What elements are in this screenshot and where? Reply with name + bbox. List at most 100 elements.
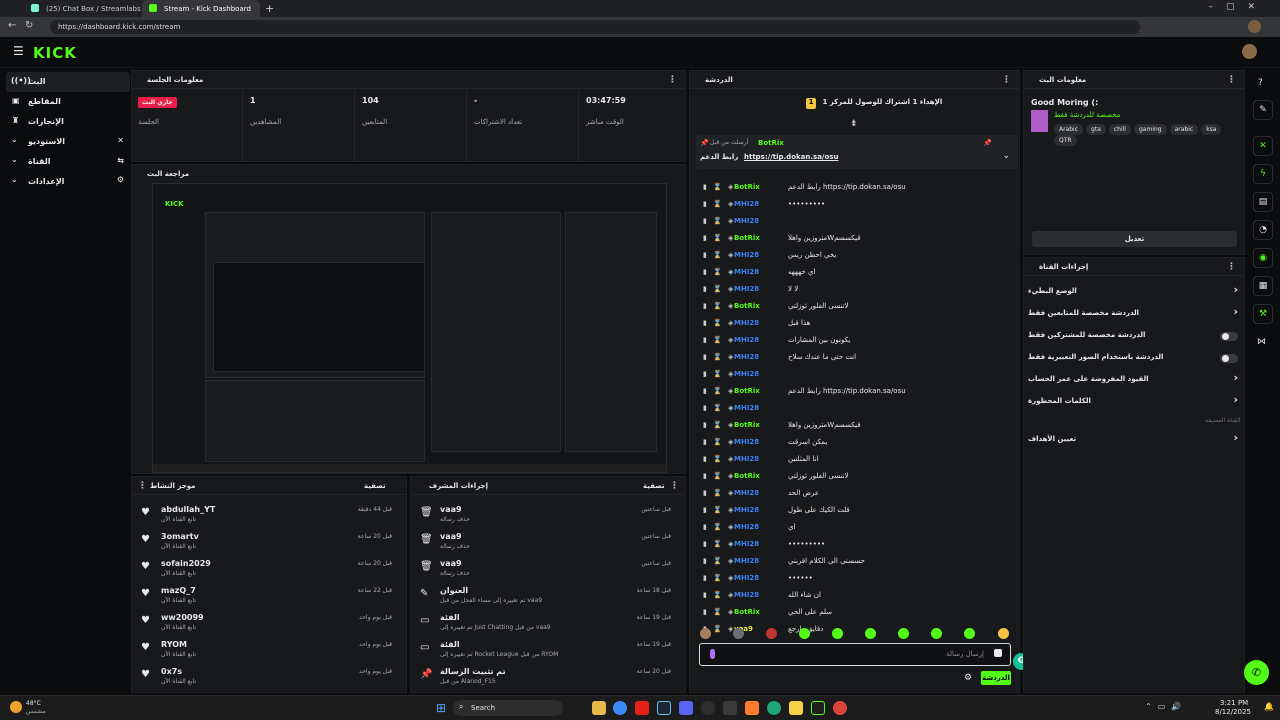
emote-icon[interactable] <box>898 628 909 639</box>
chat-message[interactable]: ▮ ⌛ ◈ BotRix رابط الدعم https://tip.dokan.… <box>700 384 1012 401</box>
raid-icon[interactable]: ✕ <box>1253 136 1273 156</box>
chat-message[interactable]: ▮ ⌛ ◈ MHI28 عرض الحد <box>700 486 1012 503</box>
chat-message[interactable]: ▮ ⌛ ◈ MHI28 ••••••••• <box>700 197 1012 214</box>
chrome-icon[interactable] <box>613 701 627 715</box>
stream-preview-video[interactable]: KICK <box>152 183 667 473</box>
chat-message[interactable]: ▮ ⌛ ◈ MHI28 يكونون بين المشارات <box>700 333 1012 350</box>
layout-icon[interactable]: ▦ <box>1253 276 1273 296</box>
emote-icon[interactable] <box>964 628 975 639</box>
share-icon[interactable]: ⋈ <box>1257 337 1266 347</box>
mod-tools-icon[interactable]: ▮ ⌛ ◈ <box>703 234 735 242</box>
chat-username[interactable]: BotRix <box>734 472 760 480</box>
user-avatar[interactable] <box>1242 44 1257 59</box>
chat-username[interactable]: MHI28 <box>734 251 759 259</box>
mod-tools-icon[interactable]: ▮ ⌛ ◈ <box>703 438 735 446</box>
chat-bubble-icon[interactable]: ◔ <box>1253 220 1273 240</box>
sidebar-item-settings[interactable]: ⌄ الإعدادات ⚙ <box>6 172 130 192</box>
weather-icon[interactable] <box>10 701 22 713</box>
chat-message[interactable]: ▮ ⌛ ◈ MHI28 <box>700 214 1012 231</box>
chat-username[interactable]: MHI28 <box>734 489 759 497</box>
filter-button[interactable]: تصفية <box>643 482 665 490</box>
edit-icon[interactable]: ✎ <box>1253 100 1273 120</box>
sidebar-item-channel[interactable]: ⌄ القناة ⇆ <box>6 152 130 172</box>
chat-input[interactable]: إرسال رسالة <box>699 643 1011 666</box>
edge-icon[interactable] <box>767 701 781 715</box>
mod-tools-icon[interactable]: ▮ ⌛ ◈ <box>703 353 735 361</box>
mod-tools-icon[interactable]: ▮ ⌛ ◈ <box>703 268 735 276</box>
pinned-link[interactable]: https://tip.dokan.sa/osu <box>744 153 838 161</box>
sidebar-item-clips[interactable]: ▣ المقاطع <box>6 92 130 112</box>
chat-username[interactable]: MHI28 <box>734 336 759 344</box>
mod-tools-icon[interactable]: ▮ ⌛ ◈ <box>703 540 735 548</box>
pinned-message[interactable]: 📌 أرسلت من قبل BotRix رابط الدعم https:/… <box>696 135 1018 169</box>
chat-message[interactable]: ▮ ⌛ ◈ BotRix سلم على الحي <box>700 605 1012 622</box>
chat-message[interactable]: ▮ ⌛ ◈ BotRix لاتنسى الفلور ئوزلتي <box>700 469 1012 486</box>
mic-icon[interactable] <box>710 649 715 659</box>
tab-kick-dashboard[interactable]: Stream - Kick Dashboard <box>142 0 260 17</box>
notification-icon[interactable]: 🔔 <box>1264 702 1274 711</box>
app-icon[interactable] <box>723 701 737 715</box>
mod-tools-icon[interactable]: ▮ ⌛ ◈ <box>703 574 735 582</box>
emote-icon[interactable] <box>733 628 744 639</box>
mod-tools-icon[interactable]: ▮ ⌛ ◈ <box>703 217 735 225</box>
terminal-icon[interactable] <box>811 701 825 715</box>
chat-message[interactable]: ▮ ⌛ ◈ MHI28 اي <box>700 520 1012 537</box>
reload-icon[interactable]: ↻ <box>25 20 33 31</box>
mod-tools-icon[interactable]: ▮ ⌛ ◈ <box>703 455 735 463</box>
emote-icon[interactable] <box>998 628 1009 639</box>
mod-tools-icon[interactable]: ▮ ⌛ ◈ <box>703 336 735 344</box>
mod-tools-icon[interactable]: ▮ ⌛ ◈ <box>703 200 735 208</box>
chat-username[interactable]: BotRix <box>734 387 760 395</box>
send-chat-button[interactable]: الدردشة <box>981 671 1011 685</box>
chat-message[interactable]: ▮ ⌛ ◈ MHI28 اي خهههه <box>700 265 1012 282</box>
adobe-icon[interactable] <box>745 701 759 715</box>
chat-message[interactable]: ▮ ⌛ ◈ MHI28 ان شاء الله <box>700 588 1012 605</box>
emote-icon[interactable] <box>766 628 777 639</box>
emote-icon[interactable] <box>700 628 711 639</box>
url-field[interactable]: https://dashboard.kick.com/stream <box>50 20 1140 34</box>
chat-username[interactable]: MHI28 <box>734 353 759 361</box>
chat-username[interactable]: MHI28 <box>734 404 759 412</box>
chat-username[interactable]: MHI28 <box>734 540 759 548</box>
mod-tools-icon[interactable]: ▮ ⌛ ◈ <box>703 489 735 497</box>
chat-message[interactable]: ▮ ⌛ ◈ MHI28 قلت الكيك على طول <box>700 503 1012 520</box>
chat-message[interactable]: ▮ ⌛ ◈ MHI28 حسسني الي الكلام اقربني <box>700 554 1012 571</box>
discord-icon[interactable] <box>679 701 693 715</box>
back-icon[interactable]: ← <box>8 20 16 31</box>
chat-username[interactable]: MHI28 <box>734 523 759 531</box>
chat-username[interactable]: MHI28 <box>734 268 759 276</box>
account-age-row[interactable]: القيود المفروضة على عمر الحساب › <box>1028 370 1240 390</box>
unpin-icon[interactable]: 📌 <box>983 139 992 147</box>
chat-message[interactable]: ▮ ⌛ ◈ MHI28 <box>700 401 1012 418</box>
chat-message[interactable]: ▮ ⌛ ◈ MHI28 يخي احطن ريس <box>700 248 1012 265</box>
emote-icon[interactable] <box>799 628 810 639</box>
more-options-icon[interactable]: ⋮ <box>1227 75 1236 85</box>
chat-username[interactable]: BotRix <box>734 183 760 191</box>
sidebar-item-studio[interactable]: ⌄ الاستوديو ✕ <box>6 132 130 152</box>
chat-message[interactable]: ▮ ⌛ ◈ BotRix رابط الدعم https://tip.dokan.… <box>700 180 1012 197</box>
hamburger-menu-icon[interactable]: ☰ <box>13 44 24 58</box>
emotes-only-toggle[interactable] <box>1220 354 1238 363</box>
filter-button[interactable]: تصفية <box>364 482 386 490</box>
steam-icon[interactable] <box>657 701 671 715</box>
clipboard-icon[interactable]: ▤ <box>1253 192 1273 212</box>
chat-username[interactable]: BotRix <box>734 302 760 310</box>
help-icon[interactable]: ? <box>1258 78 1263 88</box>
slow-mode-row[interactable]: الوضع البطيء › <box>1028 282 1240 302</box>
sidebar-item-stream[interactable]: ((•)) البث <box>6 72 130 92</box>
more-options-icon[interactable]: ⋮ <box>138 481 147 491</box>
mod-tools-icon[interactable]: ▮ ⌛ ◈ <box>703 421 735 429</box>
emoji-icon[interactable] <box>994 649 1002 657</box>
mod-tools-icon[interactable]: ▮ ⌛ ◈ <box>703 506 735 514</box>
window-controls[interactable]: –▢✕ <box>1208 2 1268 12</box>
mod-tools-icon[interactable]: ▮ ⌛ ◈ <box>703 472 735 480</box>
tab-streamlabs[interactable]: (25) Chat Box / Streamlabs <box>24 0 141 17</box>
more-options-icon[interactable]: ⋮ <box>668 75 677 85</box>
set-goals-row[interactable]: تعيين الأهداف › <box>1028 430 1240 450</box>
mod-tools-icon[interactable]: ▮ ⌛ ◈ <box>703 387 735 395</box>
youtube-icon[interactable] <box>635 701 649 715</box>
chat-message[interactable]: ▮ ⌛ ◈ MHI28 <box>700 367 1012 384</box>
taskbar-search[interactable]: ⌕ Search <box>453 700 563 716</box>
mod-tools-icon[interactable]: ▮ ⌛ ◈ <box>703 285 735 293</box>
emote-icon[interactable] <box>865 628 876 639</box>
